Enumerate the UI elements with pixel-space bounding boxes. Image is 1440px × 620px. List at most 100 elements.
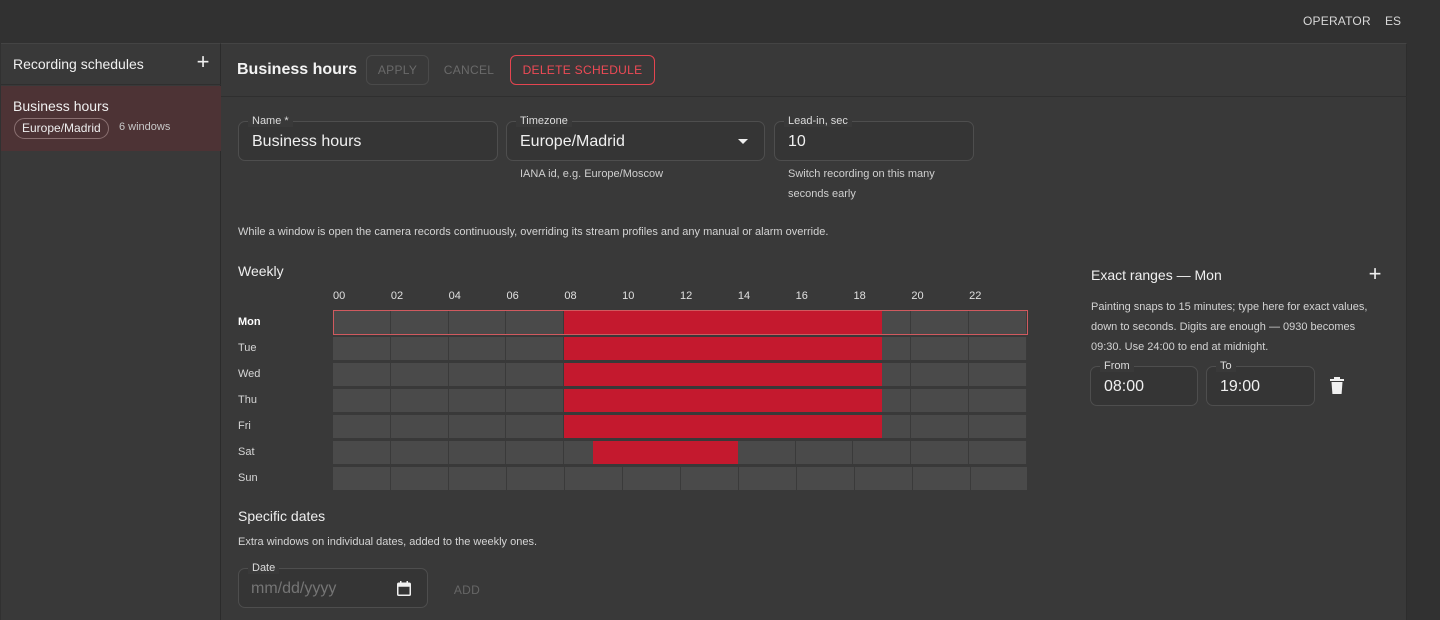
time-window[interactable] xyxy=(593,441,738,464)
grid-cell[interactable] xyxy=(969,363,1027,386)
leadin-value[interactable]: 10 xyxy=(788,133,806,151)
timezone-value[interactable]: Europe/Madrid xyxy=(520,133,625,151)
grid-cell[interactable] xyxy=(506,389,565,412)
grid-cell[interactable] xyxy=(448,337,507,360)
grid-cell[interactable] xyxy=(969,441,1027,464)
delete-schedule-button[interactable]: DELETE SCHEDULE xyxy=(510,55,655,85)
grid-cell[interactable] xyxy=(911,389,970,412)
grid-cell[interactable] xyxy=(795,441,854,464)
hour-label: 08 xyxy=(564,290,577,302)
weekly-row[interactable] xyxy=(333,363,1027,386)
add-range-button[interactable]: + xyxy=(1365,263,1385,285)
grid-cell[interactable] xyxy=(623,467,681,490)
weekly-row[interactable] xyxy=(333,337,1027,360)
grid-cell[interactable] xyxy=(739,467,797,490)
range-from-field[interactable]: From 08:00 xyxy=(1090,360,1198,406)
hour-label: 18 xyxy=(853,290,866,302)
grid-cell[interactable] xyxy=(737,441,796,464)
weekly-row[interactable] xyxy=(333,441,1027,464)
date-input[interactable] xyxy=(251,579,371,599)
grid-cell[interactable] xyxy=(333,389,391,412)
weekly-row[interactable] xyxy=(333,311,1027,334)
grid-cell[interactable] xyxy=(911,415,970,438)
add-date-button[interactable]: ADD xyxy=(445,578,489,602)
grid-cell[interactable] xyxy=(390,389,449,412)
name-field-value[interactable]: Business hours xyxy=(252,133,361,151)
schedule-item-business-hours[interactable]: Business hours Europe/Madrid 6 windows xyxy=(1,86,221,151)
grid-cell[interactable] xyxy=(448,311,507,334)
grid-cell[interactable] xyxy=(969,415,1027,438)
leadin-field[interactable]: Lead-in, sec 10 xyxy=(774,115,974,161)
grid-cell[interactable] xyxy=(333,467,391,490)
grid-cell[interactable] xyxy=(913,467,971,490)
hour-label: 12 xyxy=(680,290,693,302)
date-field[interactable]: Date xyxy=(238,562,428,608)
grid-cell[interactable] xyxy=(506,337,565,360)
range-to-value[interactable]: 19:00 xyxy=(1220,378,1260,396)
time-window[interactable] xyxy=(564,337,883,360)
day-label: Wed xyxy=(238,368,261,380)
timezone-select[interactable]: Timezone Europe/Madrid xyxy=(506,115,765,161)
time-window[interactable] xyxy=(564,363,883,386)
schedule-editor: Business hours APPLY CANCEL DELETE SCHED… xyxy=(221,43,1407,620)
exact-ranges-title: Exact ranges — Mon xyxy=(1091,267,1222,283)
grid-cell[interactable] xyxy=(333,311,391,334)
trash-icon[interactable] xyxy=(1329,377,1345,400)
grid-cell[interactable] xyxy=(506,311,565,334)
range-to-field[interactable]: To 19:00 xyxy=(1206,360,1315,406)
cancel-button[interactable]: CANCEL xyxy=(436,55,502,85)
grid-cell[interactable] xyxy=(449,467,507,490)
time-window[interactable] xyxy=(564,389,883,412)
grid-cell[interactable] xyxy=(390,337,449,360)
name-field[interactable]: Name * Business hours xyxy=(238,115,498,161)
grid-cell[interactable] xyxy=(855,467,913,490)
apply-button[interactable]: APPLY xyxy=(366,55,429,85)
grid-cell[interactable] xyxy=(390,311,449,334)
grid-cell[interactable] xyxy=(391,467,449,490)
range-from-value[interactable]: 08:00 xyxy=(1104,378,1144,396)
grid-cell[interactable] xyxy=(911,311,970,334)
grid-cell[interactable] xyxy=(333,441,391,464)
grid-cell[interactable] xyxy=(911,337,970,360)
leadin-label: Lead-in, sec xyxy=(784,115,852,127)
grid-cell[interactable] xyxy=(390,415,449,438)
grid-cell[interactable] xyxy=(333,415,391,438)
leadin-helper-line1: Switch recording on this many xyxy=(788,168,935,180)
grid-cell[interactable] xyxy=(565,467,623,490)
grid-cell[interactable] xyxy=(448,415,507,438)
grid-cell[interactable] xyxy=(969,311,1027,334)
grid-cell[interactable] xyxy=(506,363,565,386)
grid-cell[interactable] xyxy=(911,363,970,386)
grid-cell[interactable] xyxy=(390,441,449,464)
chevron-down-icon[interactable] xyxy=(738,139,748,144)
grid-cell[interactable] xyxy=(969,337,1027,360)
grid-cell[interactable] xyxy=(853,441,912,464)
grid-cell[interactable] xyxy=(506,441,565,464)
grid-cell[interactable] xyxy=(969,389,1027,412)
weekly-row[interactable] xyxy=(333,389,1027,412)
weekly-row[interactable] xyxy=(333,467,1027,490)
grid-cell[interactable] xyxy=(507,467,565,490)
day-label: Tue xyxy=(238,342,257,354)
role-label[interactable]: OPERATOR xyxy=(1303,14,1371,28)
calendar-icon[interactable] xyxy=(397,581,411,601)
grid-cell[interactable] xyxy=(448,363,507,386)
editor-header: Business hours APPLY CANCEL DELETE SCHED… xyxy=(221,44,1407,97)
time-window[interactable] xyxy=(564,415,883,438)
grid-cell[interactable] xyxy=(911,441,970,464)
grid-cell[interactable] xyxy=(333,363,391,386)
weekly-row[interactable] xyxy=(333,415,1027,438)
time-window[interactable] xyxy=(564,311,883,334)
add-schedule-button[interactable]: + xyxy=(192,50,214,74)
grid-cell[interactable] xyxy=(448,389,507,412)
grid-cell[interactable] xyxy=(681,467,739,490)
grid-cell[interactable] xyxy=(333,337,391,360)
grid-cell[interactable] xyxy=(390,363,449,386)
grid-cell[interactable] xyxy=(448,441,507,464)
language-switch[interactable]: ES xyxy=(1385,14,1401,28)
grid-cell[interactable] xyxy=(971,467,1027,490)
grid-cell[interactable] xyxy=(797,467,855,490)
hour-label: 22 xyxy=(969,290,982,302)
grid-cell[interactable] xyxy=(506,415,565,438)
timezone-helper: IANA id, e.g. Europe/Moscow xyxy=(520,168,664,180)
